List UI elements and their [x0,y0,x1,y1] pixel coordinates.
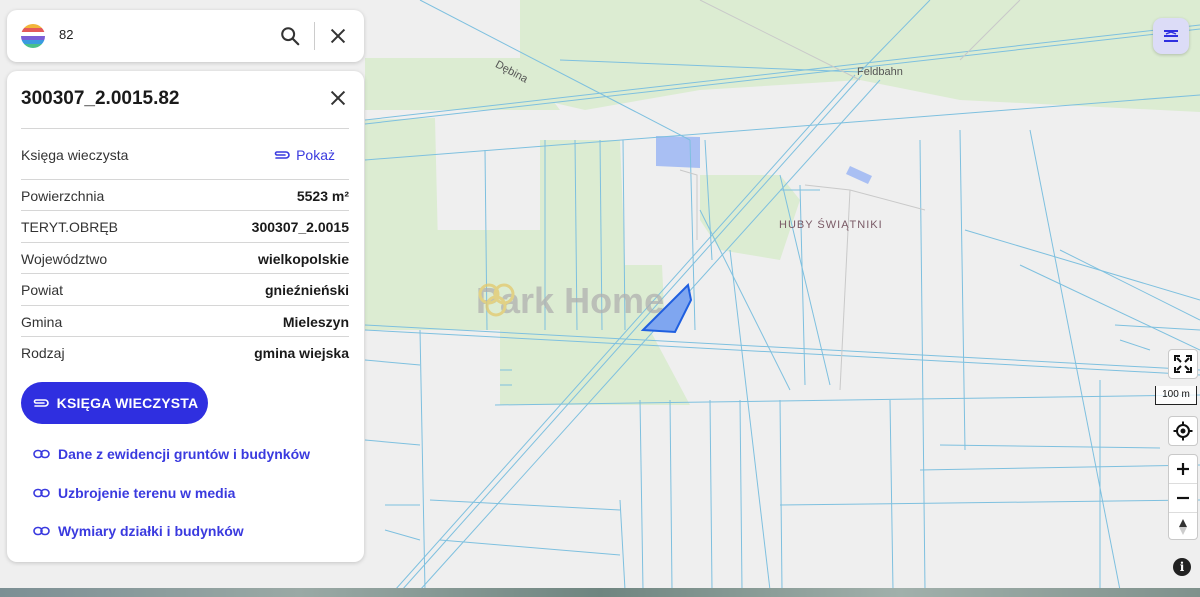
row-label: Województwo [21,251,108,267]
row-label: Księga wieczysta [21,147,129,163]
row-label: Gmina [21,314,63,330]
locate-button[interactable] [1168,416,1198,446]
compass-button[interactable] [1169,513,1197,541]
crosshair-icon [1173,421,1193,441]
map-scale: 100 m [1155,386,1197,405]
link-icon [33,488,50,498]
utilities-link[interactable]: Uzbrojenie terenu w media [33,485,235,501]
paperclip-icon [274,151,290,159]
place-label: HUBY ŚWIĄTNIKI [779,219,883,231]
row-value: 300307_2.0015 [251,219,349,235]
layers-button[interactable] [1153,18,1189,54]
info-icon[interactable]: i [1173,558,1191,576]
row-type: Rodzaj gmina wiejska [21,336,349,368]
zoom-out-button[interactable] [1169,484,1197,513]
watermark: Park Home [476,280,664,322]
zoom-controls [1168,454,1198,540]
layers-icon [1164,30,1178,42]
row-area: Powierzchnia 5523 m² [21,179,349,211]
dimensions-link[interactable]: Wymiary działki i budynków [33,523,244,539]
row-label: TERYT.OBRĘB [21,219,118,235]
clear-search-icon[interactable] [327,25,349,47]
fullscreen-icon [1174,355,1192,373]
parcel-details-panel: 300307_2.0015.82 Księga wieczysta Pokaż … [7,71,364,562]
link-icon [33,526,50,536]
search-bar [7,10,364,62]
zoom-in-button[interactable] [1169,455,1197,484]
land-register-button-label: KSIĘGA WIECZYSTA [56,395,199,411]
row-municipality: Gmina Mieleszyn [21,305,349,337]
row-label: Powierzchnia [21,188,105,204]
forest-areas [365,0,1200,405]
row-value: wielkopolskie [257,251,349,267]
cadastre-data-link[interactable]: Dane z ewidencji gruntów i budynków [33,446,310,462]
app-logo-icon[interactable] [21,24,45,48]
plus-icon [1177,463,1189,475]
watermark-logo-icon [478,283,515,317]
row-value: gmina wiejska [254,345,349,361]
show-land-register-link[interactable]: Pokaż [272,147,335,163]
minus-icon [1177,496,1189,500]
land-register-button[interactable]: KSIĘGA WIECZYSTA [21,382,208,424]
row-land-register: Księga wieczysta Pokaż [21,128,349,179]
search-divider [314,22,315,50]
show-link-label: Pokaż [296,147,335,163]
row-value: gnieźnieński [264,282,349,298]
row-label: Powiat [21,282,64,298]
search-icon[interactable] [279,25,301,47]
search-input[interactable] [57,26,261,43]
bottom-imagery-strip [0,588,1200,597]
link-label: Uzbrojenie terenu w media [58,485,236,501]
link-label: Wymiary działki i budynków [58,523,244,539]
parcel-title: 300307_2.0015.82 [21,88,180,109]
row-county: Powiat gnieźnieński [21,273,349,305]
row-value: 5523 m² [296,188,349,204]
row-voivodeship: Województwo wielkopolskie [21,242,349,274]
paperclip-icon [33,399,49,407]
link-label: Dane z ewidencji gruntów i budynków [58,446,311,462]
close-panel-icon[interactable] [327,87,349,109]
fullscreen-button[interactable] [1168,349,1198,379]
link-icon [33,449,50,459]
row-teryt: TERYT.OBRĘB 300307_2.0015 [21,210,349,242]
row-label: Rodzaj [21,345,65,361]
compass-icon [1179,519,1187,535]
row-value: Mieleszyn [282,314,349,330]
road-label-feldbahn: Feldbahn [857,66,903,78]
